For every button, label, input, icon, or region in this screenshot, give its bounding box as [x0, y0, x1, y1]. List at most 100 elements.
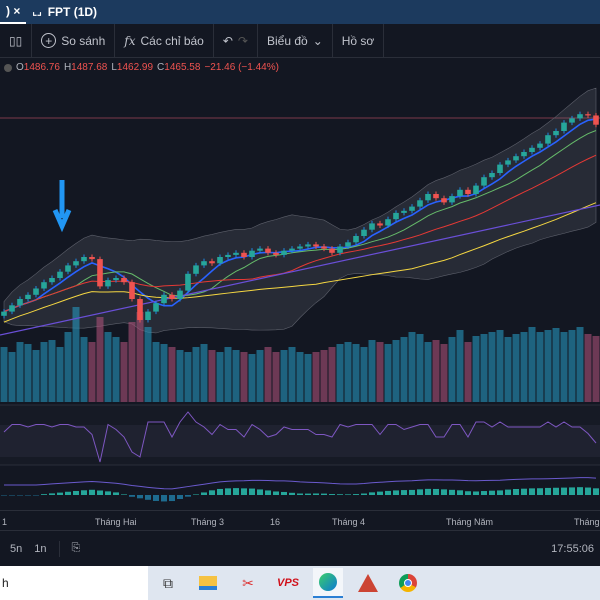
volume-bar	[144, 327, 152, 402]
macd-bar	[17, 495, 23, 496]
volume-bar	[376, 342, 384, 402]
candle-body	[577, 114, 583, 119]
volume-bar	[224, 347, 232, 402]
volume-bar	[448, 337, 456, 402]
macd-bar	[545, 487, 551, 495]
price-chart[interactable]	[0, 0, 600, 510]
file-explorer-icon[interactable]	[193, 568, 223, 598]
candle-body	[545, 135, 551, 144]
bottom-toolbar: 5n 1n ⎘ 17:55:06	[0, 530, 600, 566]
volume-bar	[112, 337, 120, 402]
candle-body	[25, 294, 31, 299]
volume-bar	[176, 350, 184, 402]
candle-body	[1, 311, 7, 316]
candle-body	[57, 271, 63, 278]
volume-bar	[72, 307, 80, 402]
candle-body	[385, 219, 391, 226]
volume-bar	[352, 344, 360, 402]
candle-body	[585, 114, 591, 116]
chrome-icon[interactable]	[393, 568, 423, 598]
volume-bar	[512, 334, 520, 402]
candle-body	[569, 118, 575, 123]
volume-bar	[80, 337, 88, 402]
macd-bar	[105, 491, 111, 495]
volume-bar	[528, 327, 536, 402]
candle-body	[353, 236, 359, 243]
candle-body	[81, 257, 87, 262]
candle-body	[409, 206, 415, 211]
volume-bar	[576, 327, 584, 402]
macd-bar	[489, 490, 495, 495]
volume-bar	[584, 334, 592, 402]
volume-bar	[344, 342, 352, 402]
macd-bar	[193, 494, 199, 495]
candle-body	[425, 194, 431, 201]
volume-bar	[472, 336, 480, 402]
candle-body	[89, 257, 95, 260]
app-triangle-icon[interactable]	[353, 568, 383, 598]
macd-bar	[1, 495, 7, 496]
macd-bar	[425, 488, 431, 495]
edge-icon[interactable]	[313, 568, 343, 598]
goto-date-icon[interactable]: ⎘	[72, 542, 81, 555]
candle-body	[553, 131, 559, 136]
volume-bar	[184, 352, 192, 402]
candle-body	[33, 288, 39, 295]
macd-bar	[209, 490, 215, 495]
arrow-down-icon	[52, 180, 72, 233]
volume-bar	[216, 352, 224, 402]
candle-body	[441, 198, 447, 203]
candle-body	[505, 160, 511, 165]
macd-bar	[337, 494, 343, 495]
volume-bar	[544, 330, 552, 402]
volume-bar	[32, 350, 40, 402]
volume-bar	[248, 354, 256, 402]
macd-bar	[273, 491, 279, 495]
macd-bar	[561, 487, 567, 495]
range-5d-button[interactable]: 5n	[10, 543, 22, 555]
macd-bar	[241, 488, 247, 495]
x-tick: 16	[270, 517, 281, 527]
volume-bar	[520, 332, 528, 402]
taskbar: h ⧉ ✂ VPS	[0, 566, 600, 600]
volume-bar	[64, 332, 72, 402]
macd-bar	[129, 495, 135, 497]
macd-bar	[65, 491, 71, 495]
candle-body	[529, 147, 535, 152]
volume-bar	[104, 332, 112, 402]
candle-body	[201, 261, 207, 266]
candle-body	[449, 196, 455, 203]
time-axis: 1 Tháng Hai Tháng 3 16 Tháng 4 Tháng Năm…	[0, 510, 600, 530]
snipping-tool-icon[interactable]: ✂	[233, 568, 263, 598]
macd-bar	[345, 494, 351, 495]
volume-bar	[384, 344, 392, 402]
macd-bar	[449, 489, 455, 495]
candle-body	[225, 254, 231, 257]
macd-bar	[441, 489, 447, 495]
volume-bar	[504, 337, 512, 402]
vps-app-icon[interactable]: VPS	[273, 568, 303, 598]
candle-body	[241, 252, 247, 257]
macd-bar	[9, 495, 15, 496]
macd-bar	[25, 495, 31, 496]
macd-bar	[569, 487, 575, 495]
macd-bar	[521, 488, 527, 495]
vps-label: VPS	[276, 577, 299, 589]
taskbar-search[interactable]: h	[0, 566, 148, 600]
candle-body	[561, 122, 567, 131]
macd-bar	[321, 493, 327, 495]
volume-bar	[16, 342, 24, 402]
candle-body	[377, 223, 383, 226]
volume-bar	[496, 330, 504, 402]
candle-body	[433, 194, 439, 199]
volume-bar	[8, 352, 16, 402]
task-view-icon[interactable]: ⧉	[153, 568, 183, 598]
macd-bar	[185, 495, 191, 497]
candle-body	[265, 248, 271, 253]
range-1d-button[interactable]: 1n	[34, 543, 46, 555]
macd-bar	[417, 489, 423, 495]
volume-bar	[256, 350, 264, 402]
volume-bar	[56, 347, 64, 402]
candle-body	[105, 280, 111, 287]
candle-body	[513, 156, 519, 161]
